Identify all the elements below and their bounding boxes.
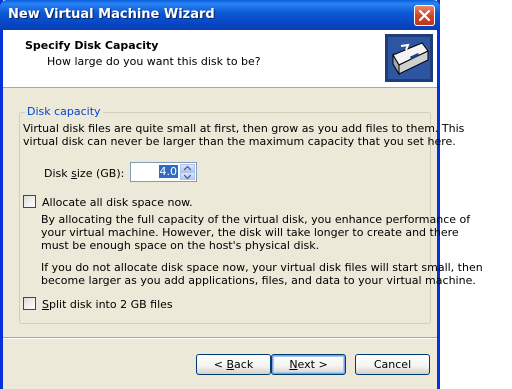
intro-text-line1: Virtual disk files are quite small at fi… — [23, 122, 465, 135]
window-title: New Virtual Machine Wizard — [8, 7, 215, 22]
title-bar[interactable]: New Virtual Machine Wizard — [0, 0, 440, 30]
split-disk-checkbox[interactable] — [23, 297, 36, 310]
disk-size-spinner[interactable]: 4.0 — [130, 162, 197, 182]
allocate-desc-line3: must be enough space on the host's physi… — [41, 239, 320, 252]
intro-text-line2: virtual disk can never be larger than th… — [23, 135, 456, 148]
split-disk-label[interactable]: Split disk into 2 GB files — [42, 298, 173, 311]
allocate-desc-line5: become larger as you add applications, f… — [41, 274, 476, 287]
disk-drive-icon — [385, 34, 433, 82]
footer-separator — [3, 337, 437, 339]
allocate-desc-line2: your virtual machine. However, the disk … — [41, 226, 459, 239]
wizard-header: Specify Disk Capacity How large do you w… — [3, 30, 437, 88]
disk-size-label: Disk size (GB): — [44, 167, 125, 180]
arrow-up-icon — [184, 166, 191, 171]
allocate-desc-line4: If you do not allocate disk space now, y… — [41, 261, 483, 274]
back-button[interactable]: < Back — [196, 354, 271, 375]
close-button[interactable] — [414, 5, 435, 26]
allocate-label[interactable]: Allocate all disk space now. — [42, 196, 193, 209]
spin-up-button[interactable] — [180, 164, 195, 172]
disk-size-value[interactable]: 4.0 — [158, 165, 178, 178]
cancel-button[interactable]: Cancel — [355, 354, 430, 375]
close-icon — [418, 9, 431, 22]
disk-capacity-legend: Disk capacity — [25, 105, 103, 118]
page-subtitle: How large do you want this disk to be? — [47, 55, 261, 68]
arrow-down-icon — [184, 174, 191, 179]
next-button[interactable]: Next > — [271, 354, 346, 375]
spin-down-button[interactable] — [180, 172, 195, 180]
allocate-desc-line1: By allocating the full capacity of the v… — [41, 213, 471, 226]
page-title: Specify Disk Capacity — [25, 39, 159, 52]
allocate-checkbox[interactable] — [23, 195, 36, 208]
wizard-window: New Virtual Machine Wizard Specify Disk … — [0, 0, 483, 389]
